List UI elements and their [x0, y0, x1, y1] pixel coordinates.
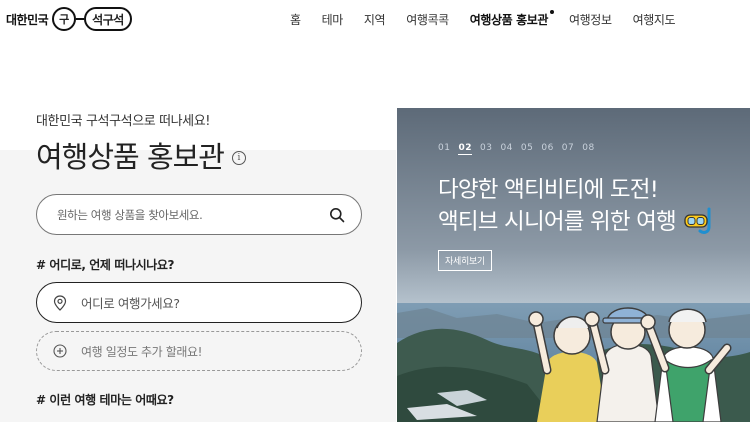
active-dot-icon [550, 10, 555, 14]
add-schedule-button[interactable]: 여행 일정도 추가 할래요! [36, 331, 362, 371]
slide-number-08[interactable]: 08 [582, 143, 594, 155]
banner-headline: 다양한 액티비티에 도전! 액티브 시니어를 위한 여행 [438, 174, 748, 238]
logo-circle: 구 [52, 7, 77, 31]
slide-number-01[interactable]: 01 [438, 143, 450, 155]
site-header: 대한민국 구 석구석 홈 테마 지역 여행콕콕 여행상품 홍보관 여행정보 여행… [0, 0, 750, 40]
page-title: 여행상품 홍보관 [36, 140, 225, 174]
nav-item-travel-kokkok[interactable]: 여행콕콕 [406, 11, 449, 28]
nav-item-product-promo[interactable]: 여행상품 홍보관 [469, 10, 555, 28]
nav-item-region[interactable]: 지역 [364, 11, 386, 28]
logo-connector [76, 18, 85, 20]
banner-headline-line1: 다양한 액티비티에 도전! [438, 177, 659, 203]
nav-item-product-promo-label: 여행상품 홍보관 [469, 13, 549, 27]
product-search-input[interactable]: 원하는 여행 상품을 찾아보세요. [36, 194, 362, 235]
slide-number-04[interactable]: 04 [500, 143, 512, 155]
title-row: 여행상품 홍보관 i [36, 134, 366, 176]
slide-number-07[interactable]: 07 [562, 143, 574, 155]
nav-item-travel-info[interactable]: 여행정보 [569, 11, 612, 28]
nav-item-home[interactable]: 홈 [290, 11, 301, 28]
slide-number-02[interactable]: 02 [458, 143, 472, 155]
logo-text: 대한민국 [6, 12, 49, 27]
slide-number-03[interactable]: 03 [480, 143, 492, 155]
site-logo[interactable]: 대한민국 구 석구석 [6, 6, 132, 32]
view-details-button[interactable]: 자세히보기 [438, 250, 492, 271]
search-placeholder: 원하는 여행 상품을 찾아보세요. [57, 207, 203, 222]
page-subtitle: 대한민국 구석구석으로 떠나세요! [36, 114, 211, 129]
info-icon[interactable]: i [231, 151, 246, 165]
logo-pill: 석구석 [84, 7, 132, 31]
location-pin-icon [53, 294, 67, 311]
slide-indicator: 01 02 03 04 05 06 07 08 [438, 143, 603, 155]
nav-item-travel-map[interactable]: 여행지도 [633, 11, 676, 28]
slide-number-05[interactable]: 05 [521, 143, 533, 155]
slide-number-06[interactable]: 06 [541, 143, 553, 155]
schedule-placeholder: 여행 일정도 추가 할래요! [81, 344, 203, 359]
search-icon[interactable] [329, 207, 345, 223]
snorkel-mask-icon [684, 207, 711, 234]
banner-headline-line2: 액티브 시니어를 위한 여행 [438, 206, 748, 238]
plus-circle-icon [53, 344, 67, 358]
logo-mark: 구 석구석 [52, 7, 132, 31]
banner-headline-line2-text: 액티브 시니어를 위한 여행 [438, 209, 677, 235]
where-when-heading: # 어디로, 언제 떠나시나요? [36, 258, 175, 272]
destination-input[interactable]: 어디로 여행가세요? [36, 282, 362, 323]
main-nav: 홈 테마 지역 여행콕콕 여행상품 홍보관 여행정보 여행지도 [290, 10, 676, 28]
theme-heading: # 이런 여행 테마는 어때요? [36, 393, 174, 407]
nav-item-theme[interactable]: 테마 [322, 11, 344, 28]
promo-banner[interactable]: 01 02 03 04 05 06 07 08 다양한 액티비티에 도전! 액티… [397, 108, 750, 422]
search-panel: 대한민국 구석구석으로 떠나세요! 여행상품 홍보관 i 원하는 여행 상품을 … [36, 110, 366, 407]
destination-placeholder: 어디로 여행가세요? [81, 296, 180, 311]
